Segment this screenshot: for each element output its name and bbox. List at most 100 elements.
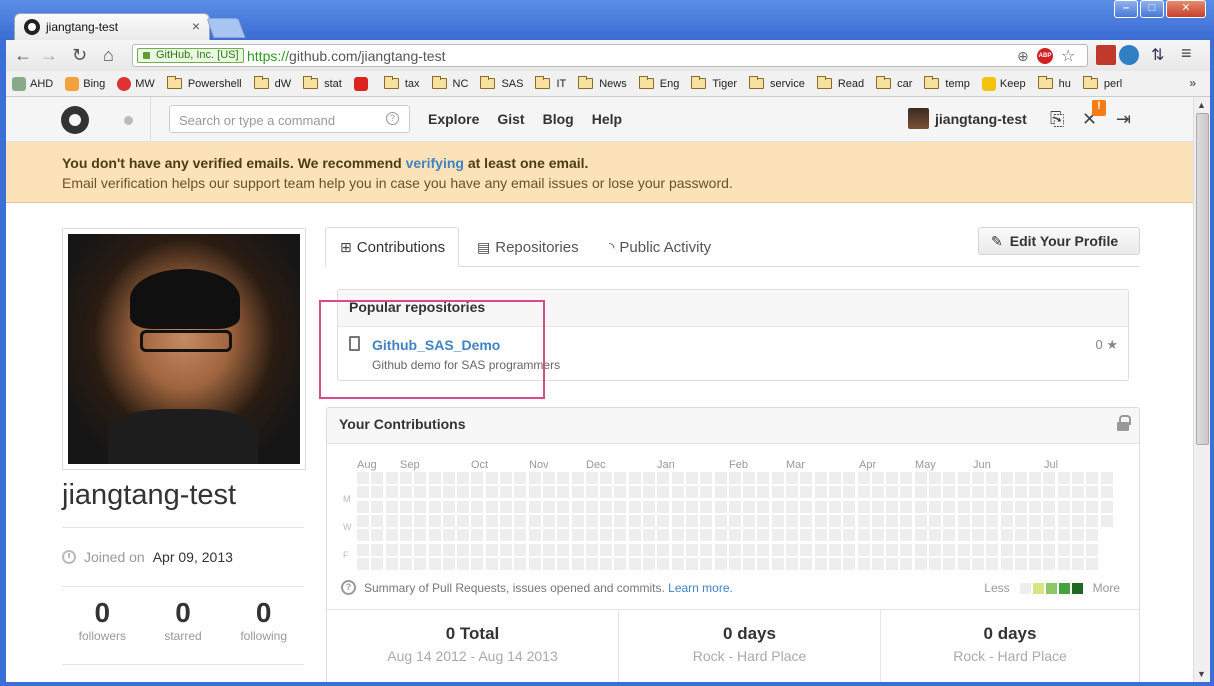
calendar-day-cell[interactable] xyxy=(572,558,584,570)
calendar-day-cell[interactable] xyxy=(457,558,469,570)
calendar-day-cell[interactable] xyxy=(700,501,712,513)
search-input[interactable]: Search or type a command ? xyxy=(169,105,410,133)
calendar-day-cell[interactable] xyxy=(729,529,741,541)
calendar-day-cell[interactable] xyxy=(772,472,784,484)
calendar-day-cell[interactable] xyxy=(1086,558,1098,570)
calendar-day-cell[interactable] xyxy=(1001,558,1013,570)
calendar-day-cell[interactable] xyxy=(657,501,669,513)
calendar-day-cell[interactable] xyxy=(700,558,712,570)
zoom-icon[interactable]: ⊕ xyxy=(1017,48,1029,65)
calendar-day-cell[interactable] xyxy=(1058,544,1070,556)
calendar-day-cell[interactable] xyxy=(586,558,598,570)
calendar-day-cell[interactable] xyxy=(786,486,798,498)
calendar-day-cell[interactable] xyxy=(1058,486,1070,498)
calendar-day-cell[interactable] xyxy=(829,558,841,570)
calendar-day-cell[interactable] xyxy=(929,558,941,570)
calendar-day-cell[interactable] xyxy=(443,472,455,484)
calendar-day-cell[interactable] xyxy=(886,544,898,556)
calendar-day-cell[interactable] xyxy=(1029,472,1041,484)
calendar-day-cell[interactable] xyxy=(529,486,541,498)
calendar-day-cell[interactable] xyxy=(900,558,912,570)
calendar-day-cell[interactable] xyxy=(629,501,641,513)
calendar-day-cell[interactable] xyxy=(429,472,441,484)
calendar-day-cell[interactable] xyxy=(357,486,369,498)
calendar-day-cell[interactable] xyxy=(872,501,884,513)
calendar-day-cell[interactable] xyxy=(429,558,441,570)
calendar-day-cell[interactable] xyxy=(1029,544,1041,556)
calendar-day-cell[interactable] xyxy=(743,558,755,570)
calendar-day-cell[interactable] xyxy=(443,501,455,513)
calendar-day-cell[interactable] xyxy=(886,529,898,541)
calendar-day-cell[interactable] xyxy=(858,544,870,556)
calendar-day-cell[interactable] xyxy=(1029,558,1041,570)
calendar-day-cell[interactable] xyxy=(529,544,541,556)
calendar-day-cell[interactable] xyxy=(1015,515,1027,527)
calendar-day-cell[interactable] xyxy=(929,529,941,541)
calendar-day-cell[interactable] xyxy=(557,529,569,541)
calendar-day-cell[interactable] xyxy=(843,472,855,484)
calendar-day-cell[interactable] xyxy=(1029,515,1041,527)
calendar-day-cell[interactable] xyxy=(614,486,626,498)
calendar-day-cell[interactable] xyxy=(500,472,512,484)
calendar-day-cell[interactable] xyxy=(471,472,483,484)
calendar-day-cell[interactable] xyxy=(657,486,669,498)
sign-out-icon[interactable]: ⇥ xyxy=(1116,109,1131,130)
calendar-day-cell[interactable] xyxy=(557,486,569,498)
calendar-day-cell[interactable] xyxy=(815,529,827,541)
calendar-day-cell[interactable] xyxy=(729,472,741,484)
calendar-day-cell[interactable] xyxy=(786,544,798,556)
calendar-day-cell[interactable] xyxy=(686,529,698,541)
calendar-day-cell[interactable] xyxy=(829,529,841,541)
calendar-day-cell[interactable] xyxy=(486,558,498,570)
calendar-day-cell[interactable] xyxy=(872,486,884,498)
calendar-day-cell[interactable] xyxy=(572,501,584,513)
calendar-day-cell[interactable] xyxy=(729,486,741,498)
calendar-day-cell[interactable] xyxy=(986,529,998,541)
calendar-day-cell[interactable] xyxy=(1058,529,1070,541)
calendar-day-cell[interactable] xyxy=(443,529,455,541)
reload-icon[interactable]: ↻ xyxy=(72,45,87,66)
calendar-day-cell[interactable] xyxy=(800,472,812,484)
calendar-day-cell[interactable] xyxy=(600,486,612,498)
bookmark-folder[interactable]: Eng xyxy=(638,76,679,90)
bookmarks-overflow-button[interactable]: » xyxy=(1189,76,1196,90)
calendar-day-cell[interactable] xyxy=(929,501,941,513)
calendar-day-cell[interactable] xyxy=(600,472,612,484)
calendar-day-cell[interactable] xyxy=(715,515,727,527)
calendar-day-cell[interactable] xyxy=(915,529,927,541)
calendar-day-cell[interactable] xyxy=(729,544,741,556)
calendar-day-cell[interactable] xyxy=(715,544,727,556)
calendar-day-cell[interactable] xyxy=(700,515,712,527)
calendar-day-cell[interactable] xyxy=(900,472,912,484)
calendar-day-cell[interactable] xyxy=(972,501,984,513)
calendar-day-cell[interactable] xyxy=(486,529,498,541)
adblock-icon[interactable]: ABP xyxy=(1037,48,1053,64)
calendar-day-cell[interactable] xyxy=(858,486,870,498)
calendar-day-cell[interactable] xyxy=(486,486,498,498)
calendar-day-cell[interactable] xyxy=(757,486,769,498)
nav-explore[interactable]: Explore xyxy=(428,111,479,127)
calendar-day-cell[interactable] xyxy=(514,558,526,570)
calendar-day-cell[interactable] xyxy=(972,544,984,556)
calendar-day-cell[interactable] xyxy=(886,558,898,570)
calendar-day-cell[interactable] xyxy=(600,529,612,541)
github-logo-icon[interactable] xyxy=(61,106,89,134)
calendar-day-cell[interactable] xyxy=(943,515,955,527)
calendar-day-cell[interactable] xyxy=(371,501,383,513)
calendar-day-cell[interactable] xyxy=(614,544,626,556)
calendar-day-cell[interactable] xyxy=(729,515,741,527)
calendar-day-cell[interactable] xyxy=(386,486,398,498)
calendar-day-cell[interactable] xyxy=(371,558,383,570)
calendar-day-cell[interactable] xyxy=(815,486,827,498)
calendar-day-cell[interactable] xyxy=(614,472,626,484)
new-repo-icon[interactable]: ⎘ xyxy=(1050,109,1064,130)
url-text[interactable]: https://github.com/jiangtang-test xyxy=(247,48,445,64)
calendar-day-cell[interactable] xyxy=(614,501,626,513)
bookmark-item[interactable]: Keep xyxy=(981,76,1026,91)
calendar-day-cell[interactable] xyxy=(715,501,727,513)
calendar-day-cell[interactable] xyxy=(1058,472,1070,484)
calendar-day-cell[interactable] xyxy=(743,544,755,556)
new-tab-button[interactable] xyxy=(206,18,246,38)
calendar-day-cell[interactable] xyxy=(929,544,941,556)
calendar-day-cell[interactable] xyxy=(886,501,898,513)
